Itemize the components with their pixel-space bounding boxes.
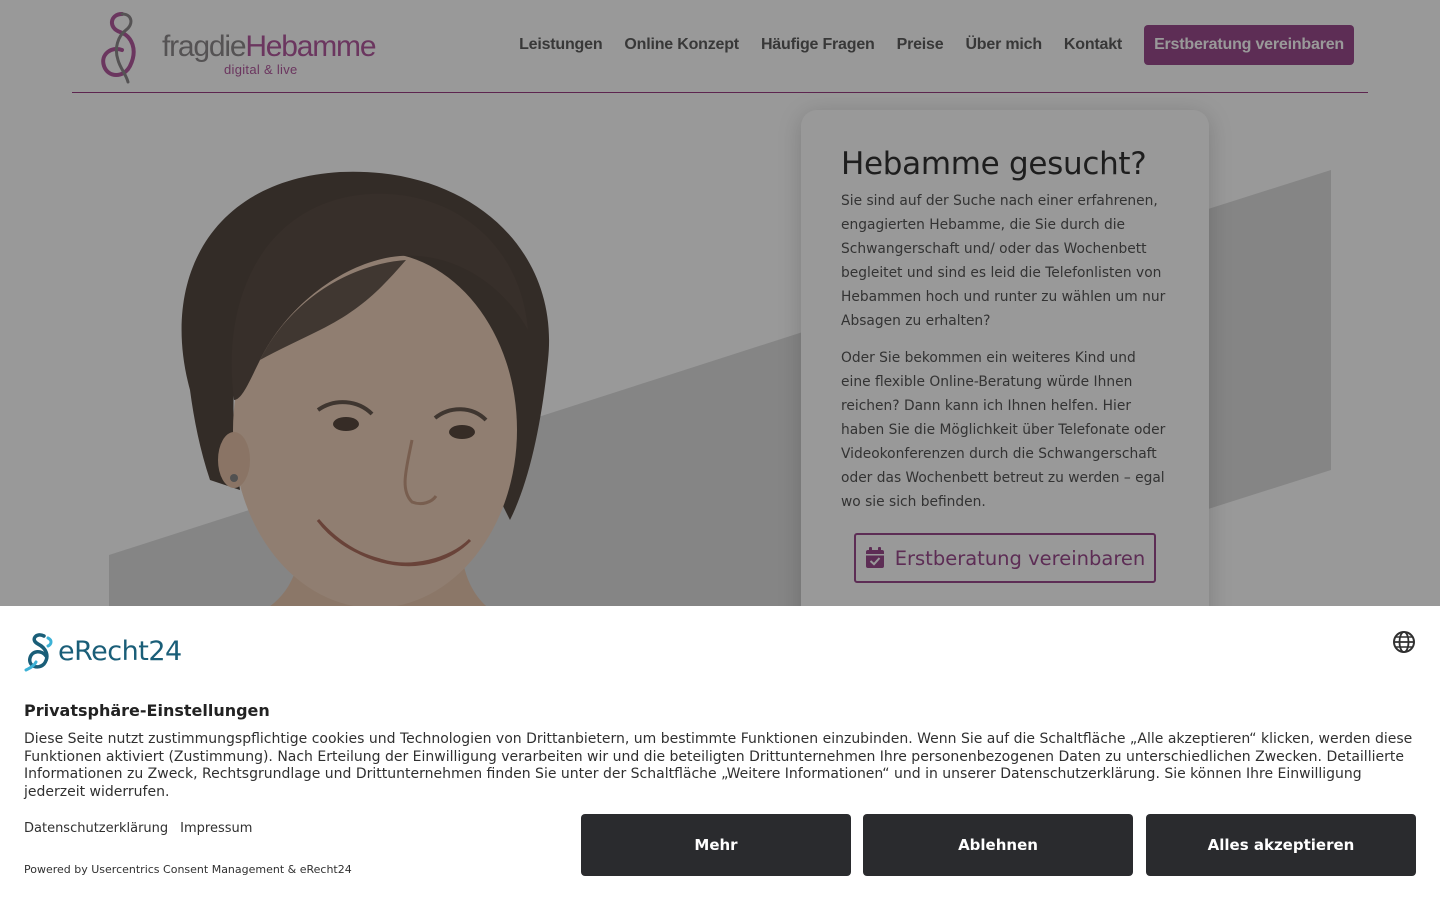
globe-icon[interactable] xyxy=(1392,630,1416,654)
consent-title: Privatsphäre-Einstellungen xyxy=(24,701,270,720)
privacy-policy-link[interactable]: Datenschutzerklärung xyxy=(24,821,168,836)
erecht24-brand-text: eRecht24 xyxy=(58,636,182,667)
consent-description: Diese Seite nutzt zustimmungspflichtige … xyxy=(24,731,1413,801)
cookie-consent-banner: eRecht24 Privatsphäre-Einstellungen Dies… xyxy=(0,606,1440,900)
consent-links: Datenschutzerklärung Impressum xyxy=(24,821,264,836)
erecht24-logo: eRecht24 xyxy=(24,630,204,674)
deny-button[interactable]: Ablehnen xyxy=(863,814,1133,876)
imprint-link[interactable]: Impressum xyxy=(180,821,252,836)
more-button[interactable]: Mehr xyxy=(581,814,851,876)
powered-by-text: Powered by Usercentrics Consent Manageme… xyxy=(24,863,352,876)
erecht24-logo-icon xyxy=(24,633,53,672)
accept-all-button[interactable]: Alles akzeptieren xyxy=(1146,814,1416,876)
